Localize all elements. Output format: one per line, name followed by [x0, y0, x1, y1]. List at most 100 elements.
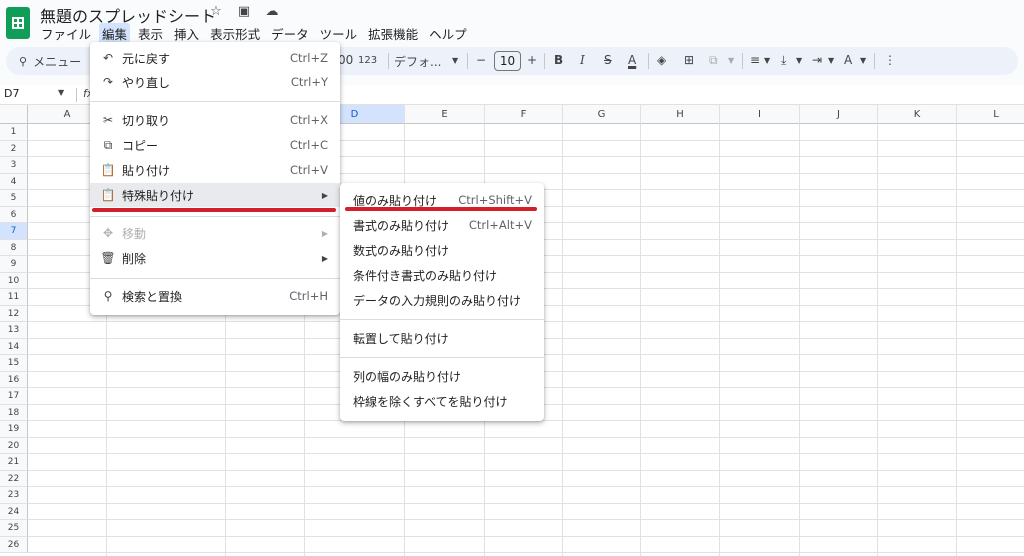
- text-color-button[interactable]: A: [628, 53, 636, 67]
- font-size-input[interactable]: 10: [494, 51, 521, 71]
- font-size-increase-button[interactable]: +: [527, 53, 537, 67]
- sheets-logo-icon[interactable]: [6, 7, 30, 39]
- chevron-down-icon[interactable]: ▼: [764, 56, 770, 65]
- menu-edit[interactable]: 編集: [99, 23, 131, 44]
- menu-item-paste[interactable]: 📋 貼り付け Ctrl+V: [90, 158, 340, 182]
- row-header[interactable]: 25: [0, 520, 28, 537]
- menu-data[interactable]: データ: [268, 23, 312, 44]
- row-header[interactable]: 9: [0, 256, 28, 273]
- column-header[interactable]: I: [720, 105, 800, 124]
- row-header[interactable]: 26: [0, 536, 28, 553]
- menu-item-paste-transposed[interactable]: 転置して貼り付け: [340, 326, 544, 350]
- annotation-underline: [345, 207, 537, 211]
- menu-item-shortcut: Ctrl+H: [289, 289, 328, 303]
- menu-format[interactable]: 表示形式: [207, 23, 263, 44]
- chevron-down-icon[interactable]: ▼: [728, 56, 734, 65]
- name-box[interactable]: D7: [4, 87, 19, 100]
- text-rotate-icon[interactable]: A: [844, 53, 852, 67]
- select-all-corner[interactable]: [0, 105, 28, 124]
- menu-item-shortcut: Ctrl+Y: [290, 75, 328, 89]
- column-header[interactable]: J: [800, 105, 878, 124]
- row-header[interactable]: 1: [0, 124, 28, 141]
- column-header[interactable]: L: [957, 105, 1024, 124]
- menu-item-delete[interactable]: 🗑 削除 ▶: [90, 246, 340, 270]
- menu-item-redo[interactable]: ↷ やり直し Ctrl+Y: [90, 70, 340, 94]
- menu-help[interactable]: ヘルプ: [426, 23, 470, 44]
- merge-cells-icon[interactable]: ⧉: [709, 53, 718, 68]
- submenu-arrow-icon: ▶: [321, 190, 328, 200]
- text-wrap-icon[interactable]: ⇥: [812, 53, 822, 67]
- strikethrough-button[interactable]: S: [604, 53, 612, 67]
- menu-item-paste-format-only[interactable]: 書式のみ貼り付け Ctrl+Alt+V: [340, 213, 544, 237]
- more-options-icon[interactable]: ⋮: [884, 53, 896, 67]
- star-icon[interactable]: ☆: [208, 4, 224, 19]
- menu-tools[interactable]: ツール: [317, 23, 361, 44]
- row-header[interactable]: 23: [0, 487, 28, 504]
- menu-item-copy[interactable]: ⧉ コピー Ctrl+C: [90, 133, 340, 157]
- row-header[interactable]: 18: [0, 404, 28, 421]
- menu-file[interactable]: ファイル: [38, 23, 94, 44]
- column-header[interactable]: K: [878, 105, 957, 124]
- chevron-down-icon[interactable]: ▼: [796, 56, 802, 65]
- row-header[interactable]: 4: [0, 173, 28, 190]
- row-header[interactable]: 21: [0, 454, 28, 471]
- vertical-align-icon[interactable]: ⤓: [781, 53, 786, 68]
- chevron-down-icon[interactable]: ▼: [452, 56, 458, 65]
- chevron-down-icon[interactable]: ▼: [828, 56, 834, 65]
- row-header[interactable]: 8: [0, 239, 28, 256]
- row-header[interactable]: 22: [0, 470, 28, 487]
- cloud-status-icon[interactable]: ☁: [264, 4, 280, 19]
- row-header[interactable]: 11: [0, 289, 28, 306]
- font-size-decrease-button[interactable]: −: [476, 53, 486, 67]
- bold-button[interactable]: B: [554, 53, 563, 67]
- menu-item-paste-all-except-borders[interactable]: 枠線を除くすべてを貼り付け: [340, 389, 544, 413]
- menu-item-paste-special[interactable]: 📋 特殊貼り付け ▶: [90, 183, 340, 207]
- row-header[interactable]: 20: [0, 437, 28, 454]
- toolbar-divider: [467, 53, 468, 69]
- menu-item-shortcut: Ctrl+C: [289, 138, 328, 152]
- menu-item-find-replace[interactable]: ⚲ 検索と置換 Ctrl+H: [90, 284, 340, 308]
- row-header[interactable]: 6: [0, 206, 28, 223]
- menu-item-paste-column-width-only[interactable]: 列の幅のみ貼り付け: [340, 364, 544, 388]
- menu-extensions[interactable]: 拡張機能: [365, 23, 421, 44]
- column-header[interactable]: E: [405, 105, 485, 124]
- menu-divider: [90, 278, 340, 279]
- column-header[interactable]: G: [563, 105, 641, 124]
- menu-item-paste-conditional-format-only[interactable]: 条件付き書式のみ貼り付け: [340, 263, 544, 287]
- column-header[interactable]: H: [641, 105, 720, 124]
- zoom-fragment[interactable]: 00: [338, 53, 353, 67]
- align-left-icon[interactable]: ≡: [750, 53, 760, 67]
- row-header[interactable]: 17: [0, 388, 28, 405]
- number-format-button[interactable]: 123: [358, 55, 377, 66]
- chevron-down-icon[interactable]: ▼: [860, 56, 866, 65]
- row-header[interactable]: 12: [0, 305, 28, 322]
- row-header[interactable]: 10: [0, 272, 28, 289]
- menu-item-paste-data-validation-only[interactable]: データの入力規則のみ貼り付け: [340, 288, 544, 312]
- menu-item-paste-formula-only[interactable]: 数式のみ貼り付け: [340, 238, 544, 262]
- move-to-folder-icon[interactable]: ▣: [236, 4, 252, 19]
- row-header[interactable]: 5: [0, 190, 28, 207]
- chevron-down-icon[interactable]: ▼: [58, 88, 64, 97]
- menu-item-undo[interactable]: ↶ 元に戻す Ctrl+Z: [90, 46, 340, 70]
- menu-item-cut[interactable]: ✂ 切り取り Ctrl+X: [90, 108, 340, 132]
- row-header[interactable]: 7: [0, 223, 28, 240]
- row-header[interactable]: 19: [0, 421, 28, 438]
- row-header[interactable]: 13: [0, 322, 28, 339]
- column-header[interactable]: F: [485, 105, 563, 124]
- row-header[interactable]: 3: [0, 157, 28, 174]
- menu-item-label: 切り取り: [122, 113, 171, 128]
- borders-icon[interactable]: ⊞: [684, 53, 694, 67]
- italic-button[interactable]: I: [580, 53, 585, 67]
- row-header[interactable]: 2: [0, 140, 28, 157]
- row-header[interactable]: 14: [0, 338, 28, 355]
- menu-insert[interactable]: 挿入: [171, 23, 202, 44]
- font-select[interactable]: デフォ...: [394, 53, 441, 70]
- fill-color-icon[interactable]: ◈: [657, 53, 666, 67]
- menu-item-move[interactable]: ✥ 移動 ▶: [90, 221, 340, 245]
- menu-search[interactable]: ⚲ メニュー: [11, 50, 99, 72]
- row-header[interactable]: 16: [0, 371, 28, 388]
- menu-view[interactable]: 表示: [135, 23, 166, 44]
- row-header[interactable]: 15: [0, 355, 28, 372]
- row-header[interactable]: 24: [0, 503, 28, 520]
- menu-item-label: 削除: [122, 251, 147, 266]
